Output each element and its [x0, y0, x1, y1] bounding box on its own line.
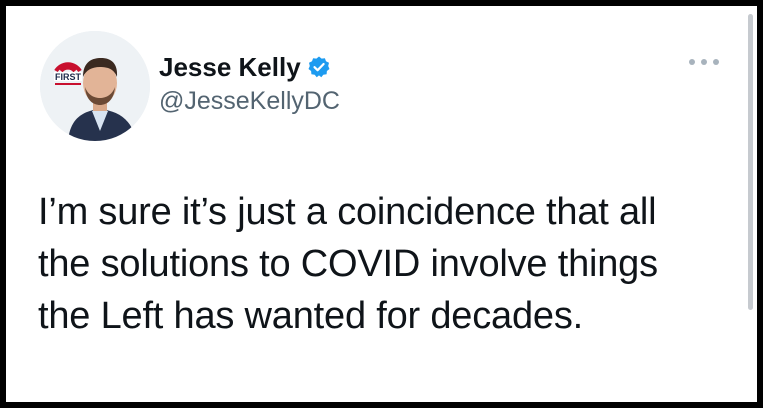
- dot: [701, 59, 707, 65]
- tweet-text: I’m sure it’s just a coincidence that al…: [38, 186, 743, 342]
- name-row: Jesse Kelly: [159, 50, 340, 84]
- display-name[interactable]: Jesse Kelly: [159, 50, 301, 84]
- tweet-text-line: the solutions to COVID involve things: [38, 243, 658, 285]
- verified-badge-icon: [307, 55, 331, 79]
- profile-photo-icon: FIRST: [40, 31, 150, 141]
- dot: [713, 59, 719, 65]
- tweet-card: FIRST Jesse Kelly @JesseKellyDC I’m sure…: [6, 6, 757, 402]
- tweet-text-line: I’m sure it’s just a coincidence that al…: [38, 191, 657, 233]
- dot: [689, 59, 695, 65]
- avatar-logo-text: FIRST: [55, 72, 82, 82]
- scrollbar[interactable]: [748, 14, 753, 310]
- more-options-icon[interactable]: [689, 52, 719, 72]
- screenshot-frame: FIRST Jesse Kelly @JesseKellyDC I’m sure…: [0, 0, 763, 408]
- tweet-text-line: the Left has wanted for decades.: [38, 295, 583, 337]
- author-block: Jesse Kelly @JesseKellyDC: [159, 50, 340, 118]
- author-handle[interactable]: @JesseKellyDC: [159, 84, 340, 118]
- avatar[interactable]: FIRST: [40, 31, 150, 141]
